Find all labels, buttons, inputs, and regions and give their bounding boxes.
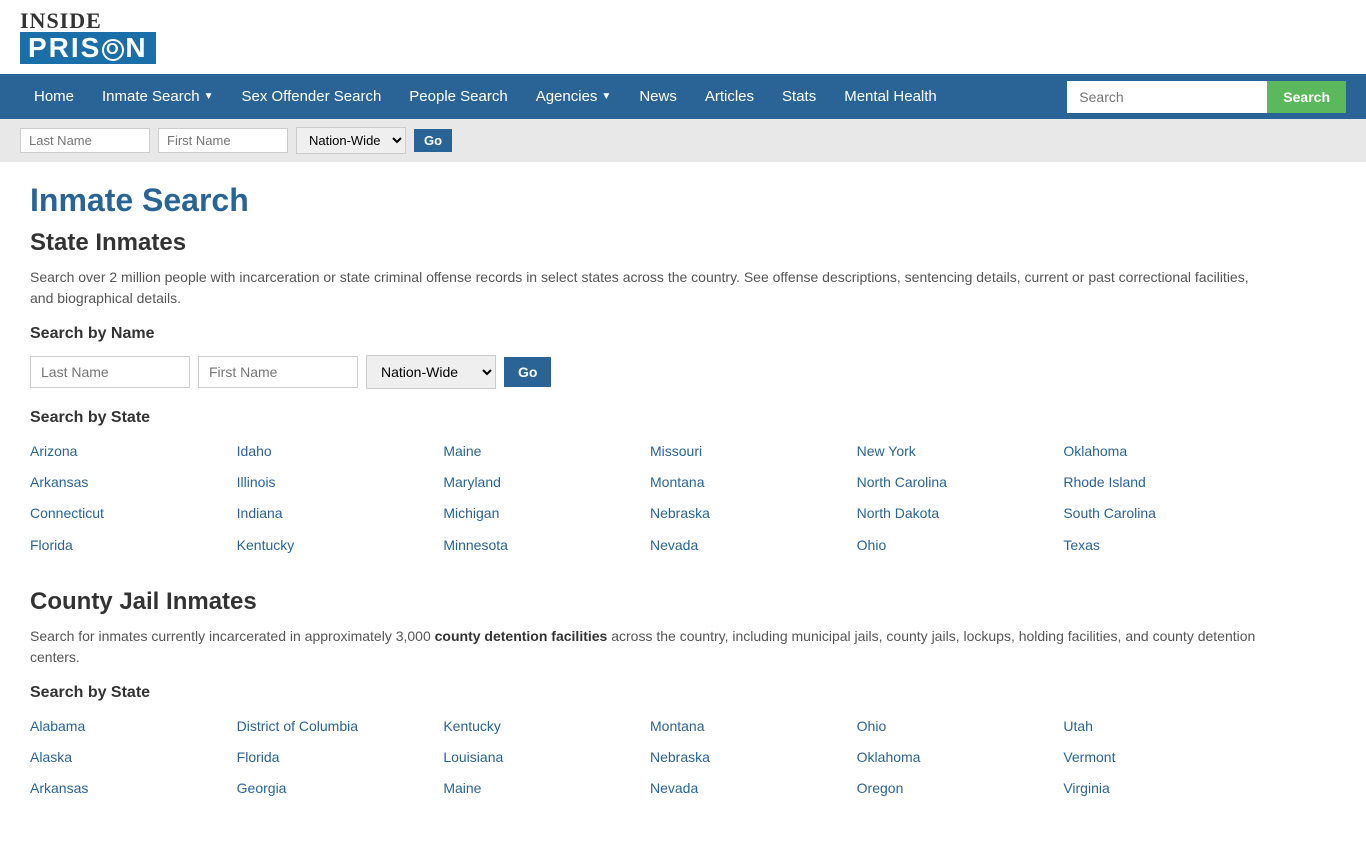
county-link-louisiana[interactable]: Louisiana <box>443 745 650 770</box>
state-inmates-grid: Arizona Idaho Maine Missouri New York Ok… <box>30 439 1270 558</box>
state-description: Search over 2 million people with incarc… <box>30 267 1270 309</box>
state-link-north-dakota[interactable]: North Dakota <box>857 501 1064 526</box>
quick-last-name-input[interactable] <box>20 128 150 153</box>
state-link-indiana[interactable]: Indiana <box>237 501 444 526</box>
navbar: Home Inmate Search ▼ Sex Offender Search… <box>0 74 1366 119</box>
quick-first-name-input[interactable] <box>158 128 288 153</box>
state-link-arizona[interactable]: Arizona <box>30 439 237 464</box>
state-link-ohio[interactable]: Ohio <box>857 533 1064 558</box>
navbar-search-input[interactable] <box>1067 81 1267 113</box>
county-description: Search for inmates currently incarcerate… <box>30 626 1270 668</box>
state-first-name-input[interactable] <box>198 356 358 388</box>
nav-news[interactable]: News <box>625 74 691 119</box>
state-link-kentucky[interactable]: Kentucky <box>237 533 444 558</box>
county-link-kentucky[interactable]: Kentucky <box>443 714 650 739</box>
state-link-maryland[interactable]: Maryland <box>443 470 650 495</box>
state-link-montana[interactable]: Montana <box>650 470 857 495</box>
logo-prison-text: PRISON <box>20 32 156 64</box>
state-link-north-carolina[interactable]: North Carolina <box>857 470 1064 495</box>
county-desc-bold: county detention facilities <box>435 628 608 644</box>
county-link-alabama[interactable]: Alabama <box>30 714 237 739</box>
agencies-caret: ▼ <box>601 91 611 102</box>
county-link-montana[interactable]: Montana <box>650 714 857 739</box>
state-link-south-carolina[interactable]: South Carolina <box>1063 501 1270 526</box>
state-link-illinois[interactable]: Illinois <box>237 470 444 495</box>
county-link-oklahoma[interactable]: Oklahoma <box>857 745 1064 770</box>
state-link-nevada[interactable]: Nevada <box>650 533 857 558</box>
state-link-oklahoma[interactable]: Oklahoma <box>1063 439 1270 464</box>
county-link-virginia[interactable]: Virginia <box>1063 776 1270 801</box>
nav-inmate-search[interactable]: Inmate Search ▼ <box>88 74 227 119</box>
state-link-nebraska[interactable]: Nebraska <box>650 501 857 526</box>
county-link-dc[interactable]: District of Columbia <box>237 714 444 739</box>
state-link-florida[interactable]: Florida <box>30 533 237 558</box>
state-go-button[interactable]: Go <box>504 357 551 387</box>
state-link-connecticut[interactable]: Connecticut <box>30 501 237 526</box>
county-link-vermont[interactable]: Vermont <box>1063 745 1270 770</box>
nav-articles[interactable]: Articles <box>691 74 768 119</box>
nav-people-search[interactable]: People Search <box>395 74 521 119</box>
county-jail-title: County Jail Inmates <box>30 588 1270 616</box>
site-logo[interactable]: INSIDE PRISON <box>20 10 156 64</box>
state-link-arkansas[interactable]: Arkansas <box>30 470 237 495</box>
county-link-nevada[interactable]: Nevada <box>650 776 857 801</box>
state-last-name-input[interactable] <box>30 356 190 388</box>
page-title: Inmate Search <box>30 182 1270 219</box>
state-link-michigan[interactable]: Michigan <box>443 501 650 526</box>
state-link-maine[interactable]: Maine <box>443 439 650 464</box>
nav-mental-health[interactable]: Mental Health <box>830 74 951 119</box>
quick-scope-select[interactable]: Nation-Wide <box>296 127 406 154</box>
state-link-new-york[interactable]: New York <box>857 439 1064 464</box>
quick-go-button[interactable]: Go <box>414 129 452 152</box>
county-link-georgia[interactable]: Georgia <box>237 776 444 801</box>
state-scope-select[interactable]: Nation-Wide <box>366 355 496 389</box>
state-link-texas[interactable]: Texas <box>1063 533 1270 558</box>
state-link-idaho[interactable]: Idaho <box>237 439 444 464</box>
county-link-nebraska[interactable]: Nebraska <box>650 745 857 770</box>
site-header: INSIDE PRISON <box>0 0 1366 74</box>
inmate-search-caret: ▼ <box>204 91 214 102</box>
quick-search-bar: Nation-Wide Go <box>0 119 1366 162</box>
search-by-name-label: Search by Name <box>30 325 1270 343</box>
nav-home[interactable]: Home <box>20 74 88 119</box>
county-link-maine[interactable]: Maine <box>443 776 650 801</box>
county-link-arkansas[interactable]: Arkansas <box>30 776 237 801</box>
county-link-oregon[interactable]: Oregon <box>857 776 1064 801</box>
navbar-search-area: Search <box>1067 81 1346 113</box>
nav-agencies[interactable]: Agencies ▼ <box>522 74 626 119</box>
nav-links: Home Inmate Search ▼ Sex Offender Search… <box>20 74 951 119</box>
main-content: Inmate Search State Inmates Search over … <box>0 162 1300 851</box>
state-search-form: Nation-Wide Go <box>30 355 1270 389</box>
logo-inside-text: INSIDE <box>20 10 156 32</box>
county-inmates-grid: Alabama District of Columbia Kentucky Mo… <box>30 714 1270 802</box>
search-by-state-label: Search by State <box>30 409 1270 427</box>
nav-stats[interactable]: Stats <box>768 74 830 119</box>
county-link-ohio[interactable]: Ohio <box>857 714 1064 739</box>
county-link-utah[interactable]: Utah <box>1063 714 1270 739</box>
state-link-missouri[interactable]: Missouri <box>650 439 857 464</box>
county-link-florida[interactable]: Florida <box>237 745 444 770</box>
county-desc-prefix: Search for inmates currently incarcerate… <box>30 628 435 644</box>
nav-sex-offender[interactable]: Sex Offender Search <box>227 74 395 119</box>
county-search-by-state-label: Search by State <box>30 684 1270 702</box>
state-inmates-title: State Inmates <box>30 229 1270 257</box>
state-link-rhode-island[interactable]: Rhode Island <box>1063 470 1270 495</box>
state-link-minnesota[interactable]: Minnesota <box>443 533 650 558</box>
navbar-search-button[interactable]: Search <box>1267 81 1346 113</box>
county-link-alaska[interactable]: Alaska <box>30 745 237 770</box>
logo-o: O <box>102 39 124 61</box>
